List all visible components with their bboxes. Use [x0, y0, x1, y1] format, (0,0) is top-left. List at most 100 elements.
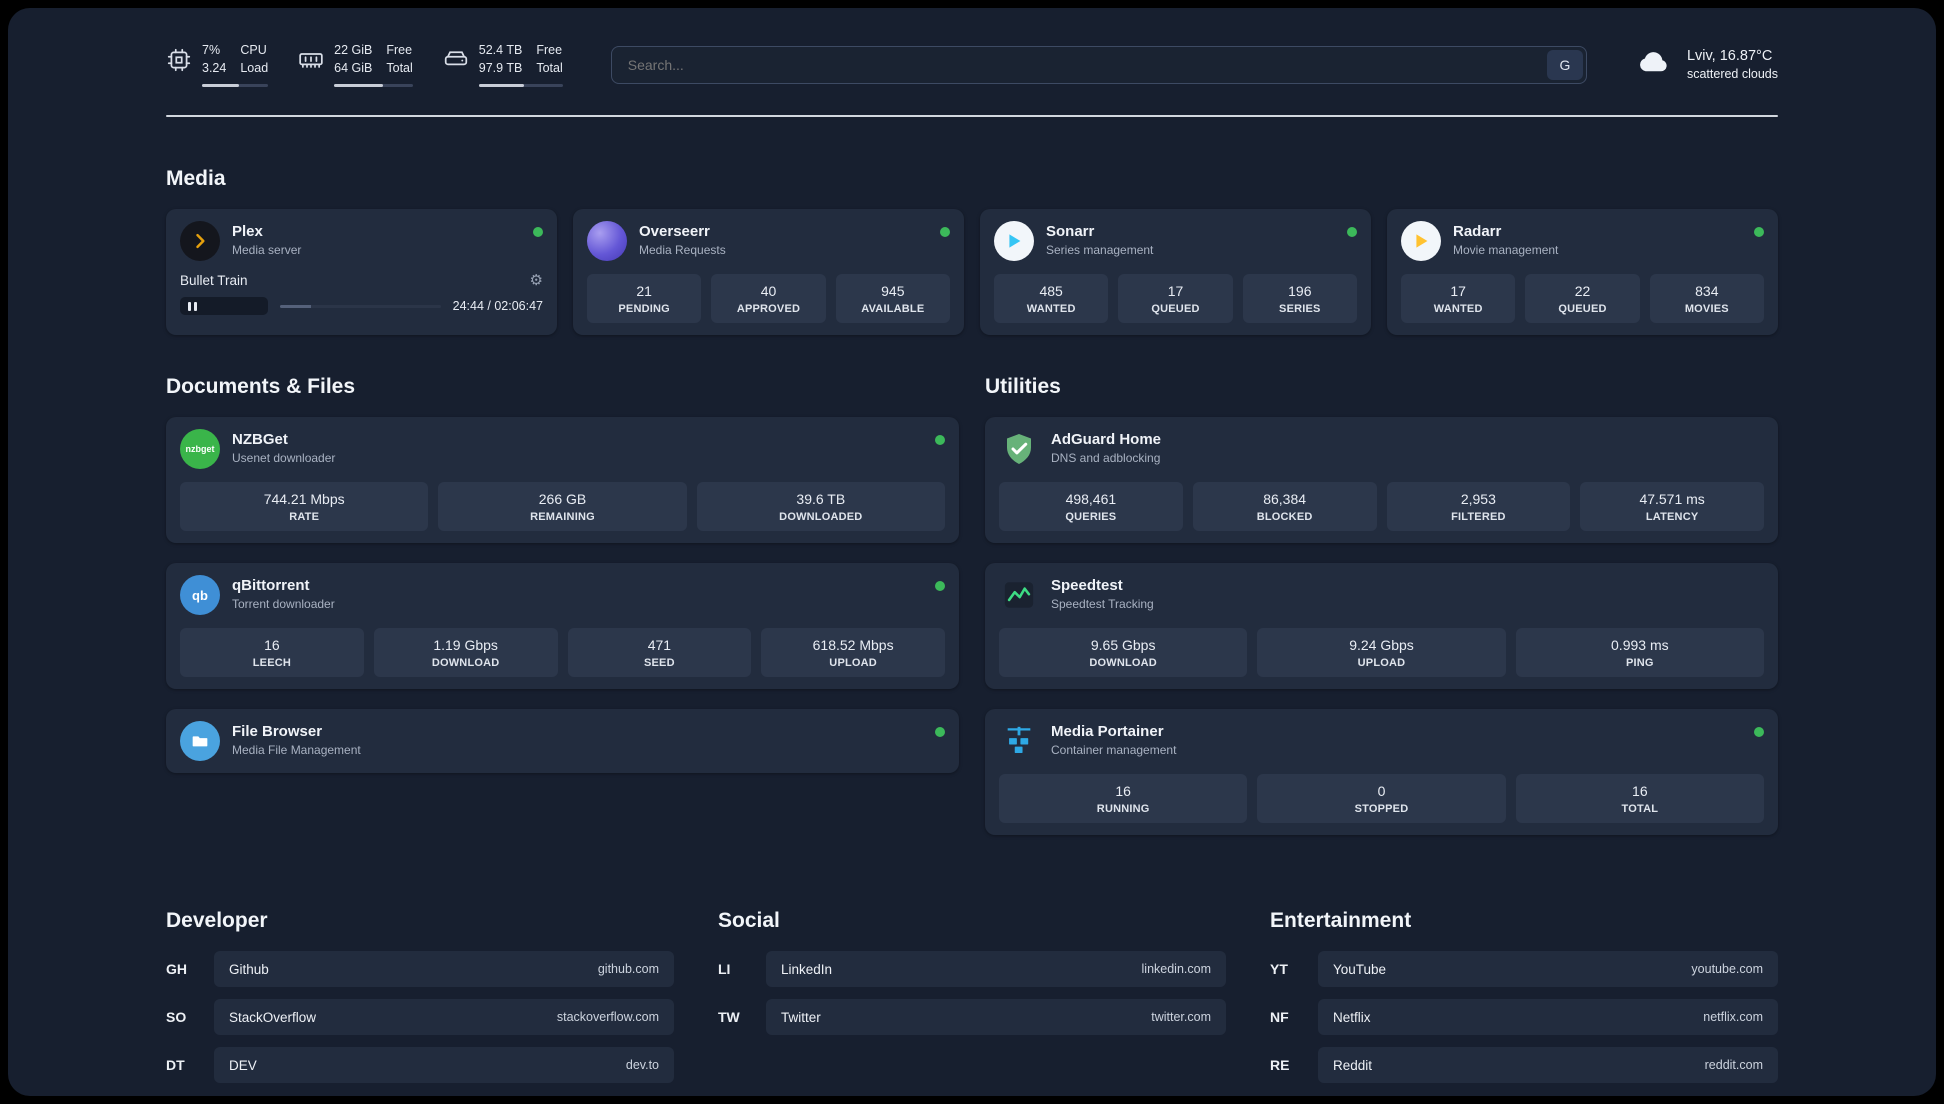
bookmark-abbr: RE [1270, 1057, 1290, 1073]
stat-tile: 22 QUEUED [1525, 274, 1640, 323]
bookmark-abbr: NF [1270, 1009, 1289, 1025]
status-online-dot [1754, 227, 1764, 237]
stat-value: 16 [1632, 783, 1648, 799]
adguard-card[interactable]: AdGuard Home DNS and adblocking 498,461 … [985, 417, 1778, 543]
filebrowser-card[interactable]: File Browser Media File Management [166, 709, 959, 773]
bookmark-abbr: GH [166, 961, 187, 977]
stat-label: TOTAL [1621, 803, 1659, 815]
stat-tile: 1.19 Gbps DOWNLOAD [373, 628, 558, 677]
bookmark-link-reddit[interactable]: Reddit reddit.com [1318, 1047, 1778, 1083]
app-meta: Sonarr Series management [1046, 221, 1153, 257]
card-header: Speedtest Speedtest Tracking [999, 575, 1764, 615]
stat-value: 47.571 ms [1639, 491, 1705, 507]
section-title-utilities: Utilities [985, 375, 1061, 398]
stat-label: AVAILABLE [861, 303, 925, 315]
stat-value: 86,384 [1263, 491, 1307, 507]
search-input[interactable] [614, 56, 1547, 73]
bookmark-url: github.com [597, 962, 659, 976]
bookmark-link-dev[interactable]: DEV dev.to [214, 1047, 674, 1083]
app-desc: Container management [1051, 743, 1177, 757]
stat-value: 2,953 [1460, 491, 1496, 507]
now-playing-title: Bullet Train [180, 273, 248, 288]
status-online-dot [1754, 727, 1764, 737]
section-title-social: Social [718, 909, 780, 932]
cpu-usage: 7% [202, 43, 221, 57]
ram-free: 22 GiB [334, 43, 373, 57]
cpu-usage-bar [202, 84, 269, 87]
bookmark-link-twitter[interactable]: Twitter twitter.com [766, 999, 1226, 1035]
search-engine-button[interactable]: G [1546, 49, 1583, 80]
speedtest-card[interactable]: Speedtest Speedtest Tracking 9.65 Gbps D… [985, 563, 1778, 689]
bookmark-row: SO StackOverflow stackoverflow.com [166, 999, 674, 1035]
nzbget-card[interactable]: nzbget NZBGet Usenet downloader 744.21 M… [166, 417, 959, 543]
stat-value: 40 [760, 283, 777, 299]
status-online-dot [935, 727, 945, 737]
stat-value: 834 [1695, 283, 1719, 299]
card-header: Plex Media server [180, 221, 543, 261]
card-header: Sonarr Series management [994, 221, 1357, 261]
stat-label: PING [1625, 657, 1654, 669]
app-meta: Speedtest Speedtest Tracking [1051, 575, 1154, 611]
stat-tile: 47.571 ms LATENCY [1580, 482, 1764, 531]
bookmark-url: twitter.com [1151, 1010, 1211, 1024]
disk-free: 52.4 TB [478, 43, 523, 57]
stat-row: 16 RUNNING 0 STOPPED 16 TOTAL [999, 774, 1764, 823]
app-desc: Media server [232, 243, 302, 257]
stat-value: 39.6 TB [796, 491, 846, 507]
app-name: Media Portainer [1051, 723, 1164, 740]
stat-row: 744.21 Mbps RATE 266 GB REMAINING 39.6 T… [180, 482, 945, 531]
playback-progress-bar[interactable] [280, 304, 441, 308]
bookmark-link-stackoverflow[interactable]: StackOverflow stackoverflow.com [214, 999, 674, 1035]
card-header: nzbget NZBGet Usenet downloader [180, 429, 945, 469]
overseerr-card[interactable]: Overseerr Media Requests 21 PENDING 40 A… [573, 209, 964, 335]
stat-label: QUERIES [1065, 511, 1117, 523]
bookmark-abbr: DT [166, 1057, 185, 1073]
disk-total: 97.9 TB [478, 60, 523, 75]
bookmarks-social: Social LI LinkedIn linkedin.com TW Twitt… [718, 909, 1226, 1095]
bookmark-link-netflix[interactable]: Netflix netflix.com [1318, 999, 1778, 1035]
bookmark-abbr: SO [166, 1009, 187, 1025]
plex-card[interactable]: Plex Media server Bullet Train ⚙ 24:44 /… [166, 209, 557, 335]
bookmark-link-youtube[interactable]: YouTube youtube.com [1318, 951, 1778, 987]
bookmark-link-linkedin[interactable]: LinkedIn linkedin.com [766, 951, 1226, 987]
speedtest-icon [999, 575, 1039, 615]
overseerr-icon [587, 221, 627, 261]
stat-value: 17 [1450, 283, 1466, 299]
disk-widget: 52.4 TB 97.9 TB Free Total [443, 42, 563, 87]
filebrowser-icon [180, 721, 220, 761]
settings-gear-icon[interactable]: ⚙ [530, 273, 543, 288]
status-online-dot [940, 227, 950, 237]
bookmark-abbr: TW [718, 1009, 740, 1025]
bookmark-link-github[interactable]: Github github.com [214, 951, 674, 987]
stat-tile: 266 GB REMAINING [438, 482, 687, 531]
stat-label: DOWNLOAD [431, 657, 500, 669]
app-desc: Series management [1046, 243, 1154, 257]
stat-label: PENDING [618, 303, 670, 315]
stat-tile: 21 PENDING [587, 274, 702, 323]
bookmark-row: GH Github github.com [166, 951, 674, 987]
stat-tile: 2,953 FILTERED [1386, 482, 1571, 531]
stat-tile: 39.6 TB DOWNLOADED [696, 482, 945, 531]
stat-label: RUNNING [1096, 803, 1150, 815]
stat-label: LATENCY [1645, 511, 1699, 523]
stat-tile: 9.24 Gbps UPLOAD [1257, 628, 1506, 677]
stat-tile: 485 WANTED [994, 274, 1109, 323]
sonarr-card[interactable]: Sonarr Series management 485 WANTED 17 Q… [980, 209, 1371, 335]
bookmark-url: stackoverflow.com [556, 1010, 659, 1024]
app-meta: NZBGet Usenet downloader [232, 429, 335, 465]
app-name: Speedtest [1051, 577, 1123, 594]
stat-row: 485 WANTED 17 QUEUED 196 SERIES [994, 274, 1357, 323]
card-header: AdGuard Home DNS and adblocking [999, 429, 1764, 469]
pause-button[interactable] [180, 297, 268, 315]
card-header: Media Portainer Container management [999, 721, 1764, 761]
portainer-card[interactable]: Media Portainer Container management 16 … [985, 709, 1778, 835]
app-meta: qBittorrent Torrent downloader [232, 575, 335, 611]
bookmark-row: DT DEV dev.to [166, 1047, 674, 1083]
app-desc: Movie management [1453, 243, 1559, 257]
playback-time: 24:44 / 02:06:47 [452, 299, 543, 313]
stat-tile: 744.21 Mbps RATE [180, 482, 429, 531]
qbittorrent-card[interactable]: qb qBittorrent Torrent downloader 16 LEE… [166, 563, 959, 689]
card-header: Radarr Movie management [1401, 221, 1764, 261]
radarr-card[interactable]: Radarr Movie management 17 WANTED 22 QUE… [1387, 209, 1778, 335]
app-name: Radarr [1453, 223, 1502, 240]
